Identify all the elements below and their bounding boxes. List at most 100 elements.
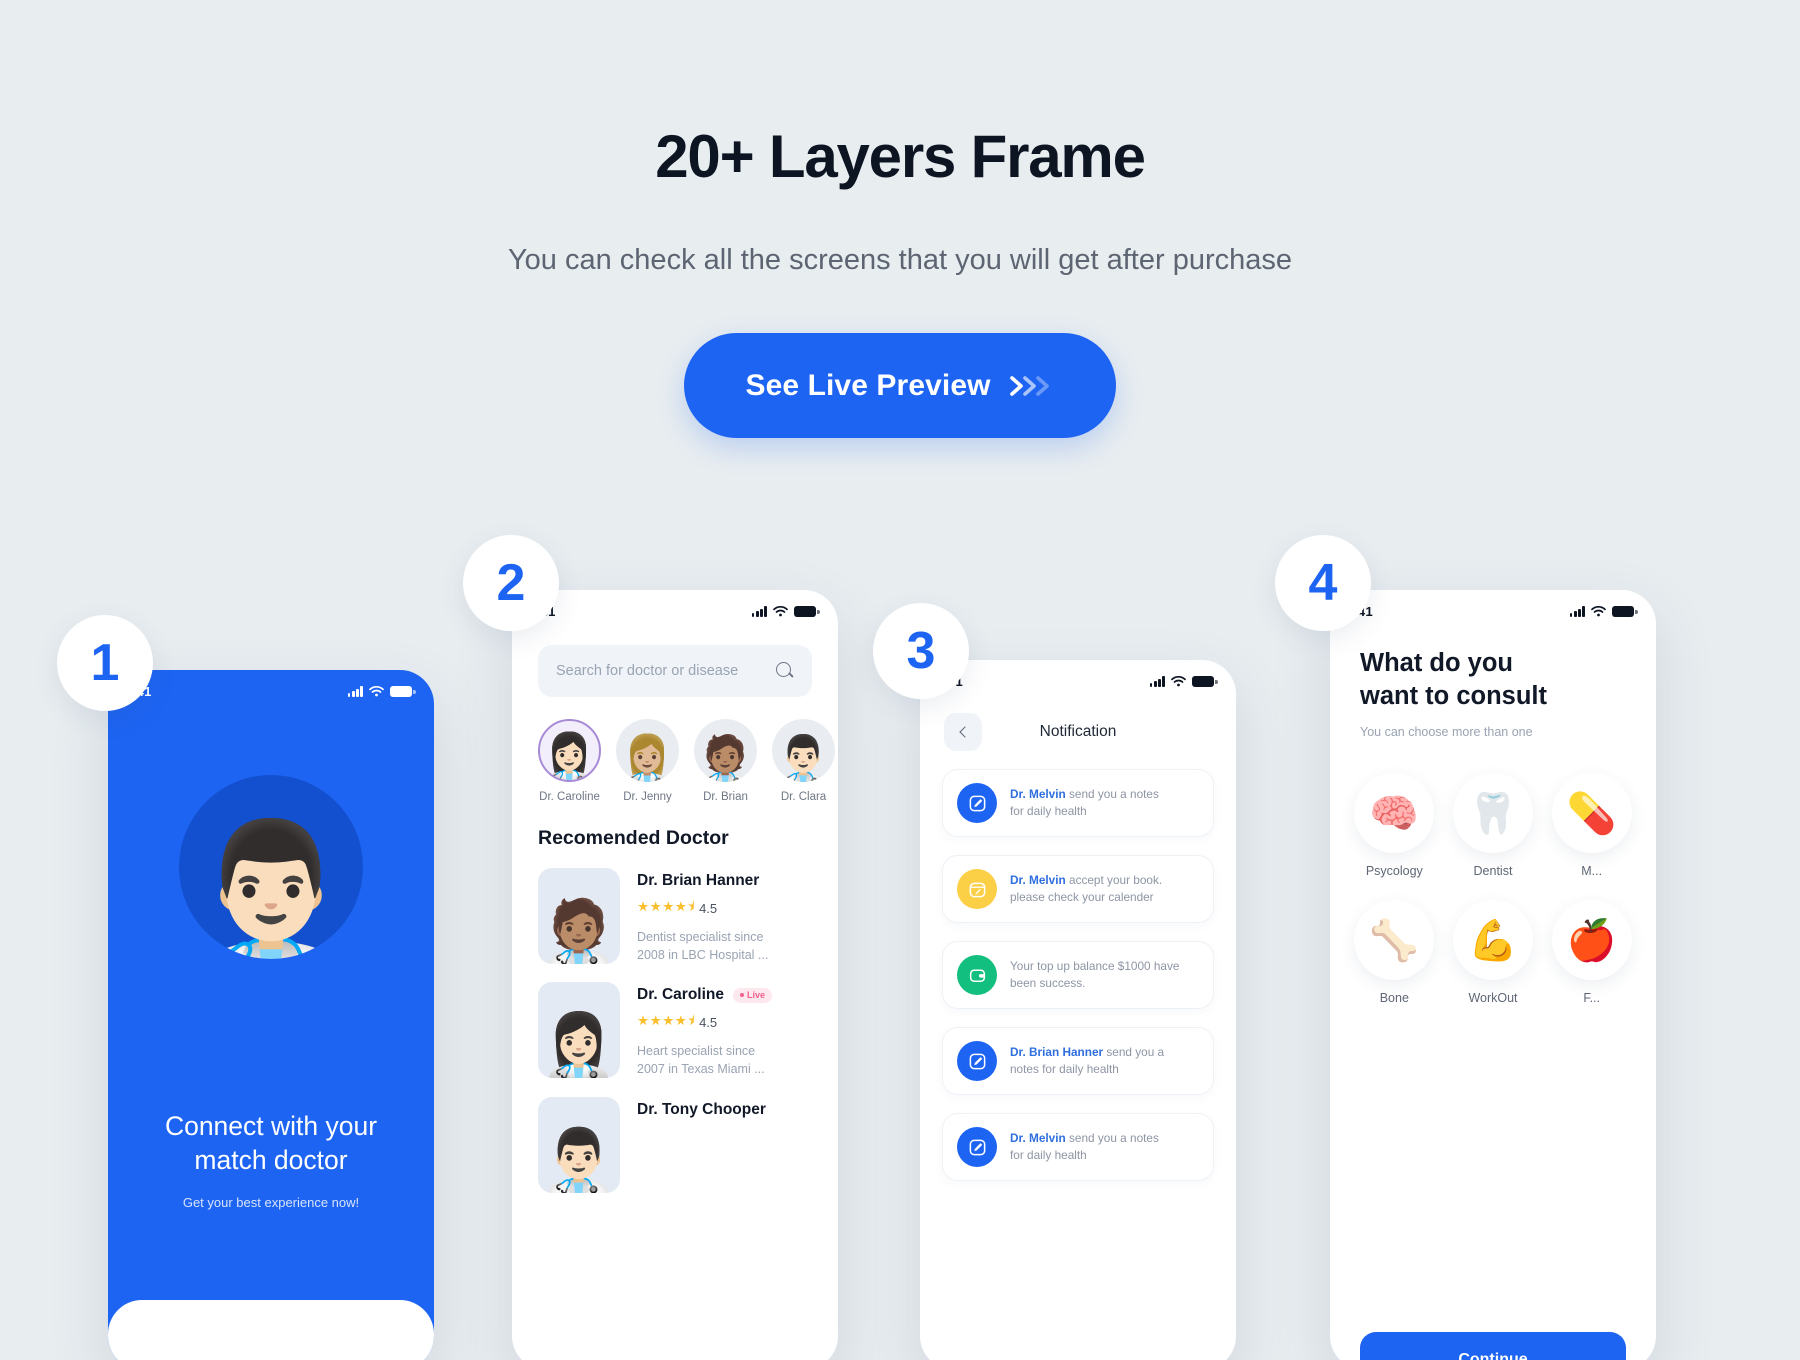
consult-option[interactable]: 🍎 F... <box>1549 900 1634 1005</box>
avatar: 👩🏼‍⚕️ <box>616 719 679 782</box>
screen-consult[interactable]: .41 What do you want to consult You can … <box>1330 590 1656 1360</box>
step-badge-3: 3 <box>873 603 969 699</box>
signal-icon <box>751 606 767 617</box>
notification-item[interactable]: Your top up balance $1000 have been succe… <box>942 941 1214 1009</box>
doctor-description: Heart specialist since 2007 in Texas Miam… <box>637 1044 765 1077</box>
status-icons <box>751 606 820 617</box>
doctor-name: Dr. Tony Chooper <box>637 1100 766 1118</box>
cta-container: See Live Preview <box>0 333 1800 439</box>
status-bar: .41 <box>1330 590 1656 619</box>
screen-notification[interactable]: .41 Notification Dr. Melvin send you a n… <box>920 660 1236 1360</box>
status-icons <box>1149 676 1218 687</box>
live-dot-icon <box>740 993 744 998</box>
consult-option-label: Dentist <box>1473 864 1513 879</box>
battery-icon <box>1612 606 1638 617</box>
see-live-preview-button[interactable]: See Live Preview <box>684 333 1116 439</box>
onboarding-bottom-sheet[interactable] <box>108 1300 434 1360</box>
page-title: 20+ Layers Frame <box>655 123 1146 190</box>
consult-subtext: You can choose more than one <box>1360 725 1533 740</box>
doctor-chip[interactable]: 🧑🏽‍⚕️ Dr. Brian <box>694 719 757 803</box>
back-button[interactable] <box>944 713 982 751</box>
page-title: Notification <box>1039 723 1117 740</box>
avatar: 🧑🏽‍⚕️ <box>694 719 757 782</box>
consult-option[interactable]: 🧠 Psycology <box>1352 773 1437 878</box>
consult-option[interactable]: 💊 M... <box>1549 773 1634 878</box>
doctor-chip-label: Dr. Jenny <box>623 791 672 803</box>
search-placeholder: Search for doctor or disease <box>556 663 739 679</box>
notification-text: Dr. Melvin send you a notes for daily hea… <box>1010 1131 1159 1162</box>
doctor-list-item[interactable]: 🧑🏽‍⚕️ Dr. Brian Hanner ★★★★⯨ 4.5 Dentist… <box>512 850 838 964</box>
doctor-chip[interactable]: 👨🏻‍⚕️ Dr. Clara <box>772 719 835 803</box>
star-icon: ★★★★⯨ <box>637 899 696 914</box>
chevrons-right-icon <box>1007 373 1055 399</box>
page-subtitle: You can check all the screens that you w… <box>508 244 1292 276</box>
status-badge: Live <box>733 987 773 1003</box>
doctor-chip-label: Dr. Caroline <box>539 791 600 803</box>
bone-wrench-icon: 🦴 <box>1354 900 1435 981</box>
hero-section: 20+ Layers Frame You can check all the s… <box>0 0 1800 439</box>
notification-text: Dr. Melvin send you a notes for daily hea… <box>1010 787 1159 818</box>
rating: ★★★★⯨ 4.5 <box>637 897 768 920</box>
doctor-name: Dr. Brian Hanner <box>637 872 760 889</box>
cta-label: See Live Preview <box>745 368 991 402</box>
doctor-photo: 👨🏻‍⚕️ <box>538 1096 620 1193</box>
status-bar: :41 <box>108 670 434 699</box>
calendar-icon <box>957 869 997 909</box>
doctor-description: Dentist specialist since 2008 in LBC Hosp… <box>637 930 769 963</box>
doctor-list-item[interactable]: 👩🏻‍⚕️ Dr. Caroline Live ★★★★⯨ 4.5 Heart … <box>512 964 838 1079</box>
notification-text: Dr. Brian Hanner send you a notes for dai… <box>1010 1045 1165 1076</box>
notification-text: Dr. Melvin accept your book. please check… <box>1010 873 1163 904</box>
landing-page: 20+ Layers Frame You can check all the s… <box>0 0 1800 1360</box>
status-icons <box>347 686 416 697</box>
screen-search[interactable]: :41 Search for doctor or disease 👩🏻‍⚕️ D… <box>512 590 838 1360</box>
consult-option-label: Bone <box>1379 991 1409 1006</box>
consult-option-label: Psycology <box>1365 864 1423 879</box>
note-edit-icon <box>957 1127 997 1167</box>
notification-item[interactable]: Dr. Melvin accept your book. please check… <box>942 855 1214 923</box>
step-badge-2: 2 <box>463 535 559 631</box>
avatar: 👨🏻‍⚕️ <box>772 719 835 782</box>
doctor-chip-label: Dr. Brian <box>703 791 748 803</box>
screens-showcase: :41 👨🏻‍⚕️ Connect with your match doctor… <box>0 535 1800 1360</box>
signal-icon <box>1149 676 1165 687</box>
battery-icon <box>794 606 820 617</box>
note-edit-icon <box>957 783 997 823</box>
rating-value: 4.5 <box>699 901 718 916</box>
badge-label: Live <box>747 990 766 1001</box>
signal-icon <box>347 686 363 697</box>
notification-header: Notification <box>920 689 1236 751</box>
doctor-photo: 🧑🏽‍⚕️ <box>538 868 620 964</box>
chevron-left-icon <box>958 726 971 738</box>
battery-icon <box>390 686 416 697</box>
onboarding-headline: Connect with your match doctor <box>164 1111 378 1175</box>
consult-headline-line2: want to consult <box>1360 682 1547 711</box>
search-icon[interactable] <box>776 662 794 680</box>
doctor-chip[interactable]: 👩🏻‍⚕️ Dr. Caroline <box>538 719 601 803</box>
continue-button[interactable]: Continue <box>1360 1332 1626 1360</box>
notification-item[interactable]: Dr. Melvin send you a notes for daily hea… <box>942 769 1214 837</box>
pill-icon: 💊 <box>1551 773 1632 854</box>
doctor-chip[interactable]: 👩🏼‍⚕️ Dr. Jenny <box>616 719 679 803</box>
doctor-chip-list[interactable]: 👩🏻‍⚕️ Dr. Caroline 👩🏼‍⚕️ Dr. Jenny 🧑🏽‍⚕️… <box>512 697 838 803</box>
rating: ★★★★⯨ 4.5 <box>637 1011 772 1034</box>
brain-icon: 🧠 <box>1354 773 1435 854</box>
consult-headline-line1: What do you <box>1360 649 1513 677</box>
signal-icon <box>1569 606 1585 617</box>
doctor-list-item[interactable]: 👨🏻‍⚕️ Dr. Tony Chooper <box>512 1079 838 1193</box>
search-input[interactable]: Search for doctor or disease <box>538 645 812 697</box>
wifi-icon <box>773 606 788 617</box>
screen-onboarding[interactable]: :41 👨🏻‍⚕️ Connect with your match doctor… <box>108 670 434 1360</box>
doctor-chip-label: Dr. Clara <box>780 791 827 803</box>
consult-option[interactable]: 🦷 Dentist <box>1451 773 1536 878</box>
status-icons <box>1569 606 1638 617</box>
doctor-name: Dr. Caroline <box>637 986 724 1004</box>
notification-item[interactable]: Dr. Melvin send you a notes for daily hea… <box>942 1113 1214 1181</box>
battery-icon <box>1192 676 1218 687</box>
wifi-icon <box>1591 606 1606 617</box>
doctor-avatar-icon: 👨🏻‍⚕️ <box>179 775 363 959</box>
consult-option[interactable]: 🦴 Bone <box>1352 900 1437 1005</box>
consult-option[interactable]: 💪 WorkOut <box>1451 900 1536 1005</box>
step-badge-1: 1 <box>57 615 153 711</box>
notification-item[interactable]: Dr. Brian Hanner send you a notes for dai… <box>942 1027 1214 1095</box>
tooth-icon: 🦷 <box>1452 773 1533 854</box>
